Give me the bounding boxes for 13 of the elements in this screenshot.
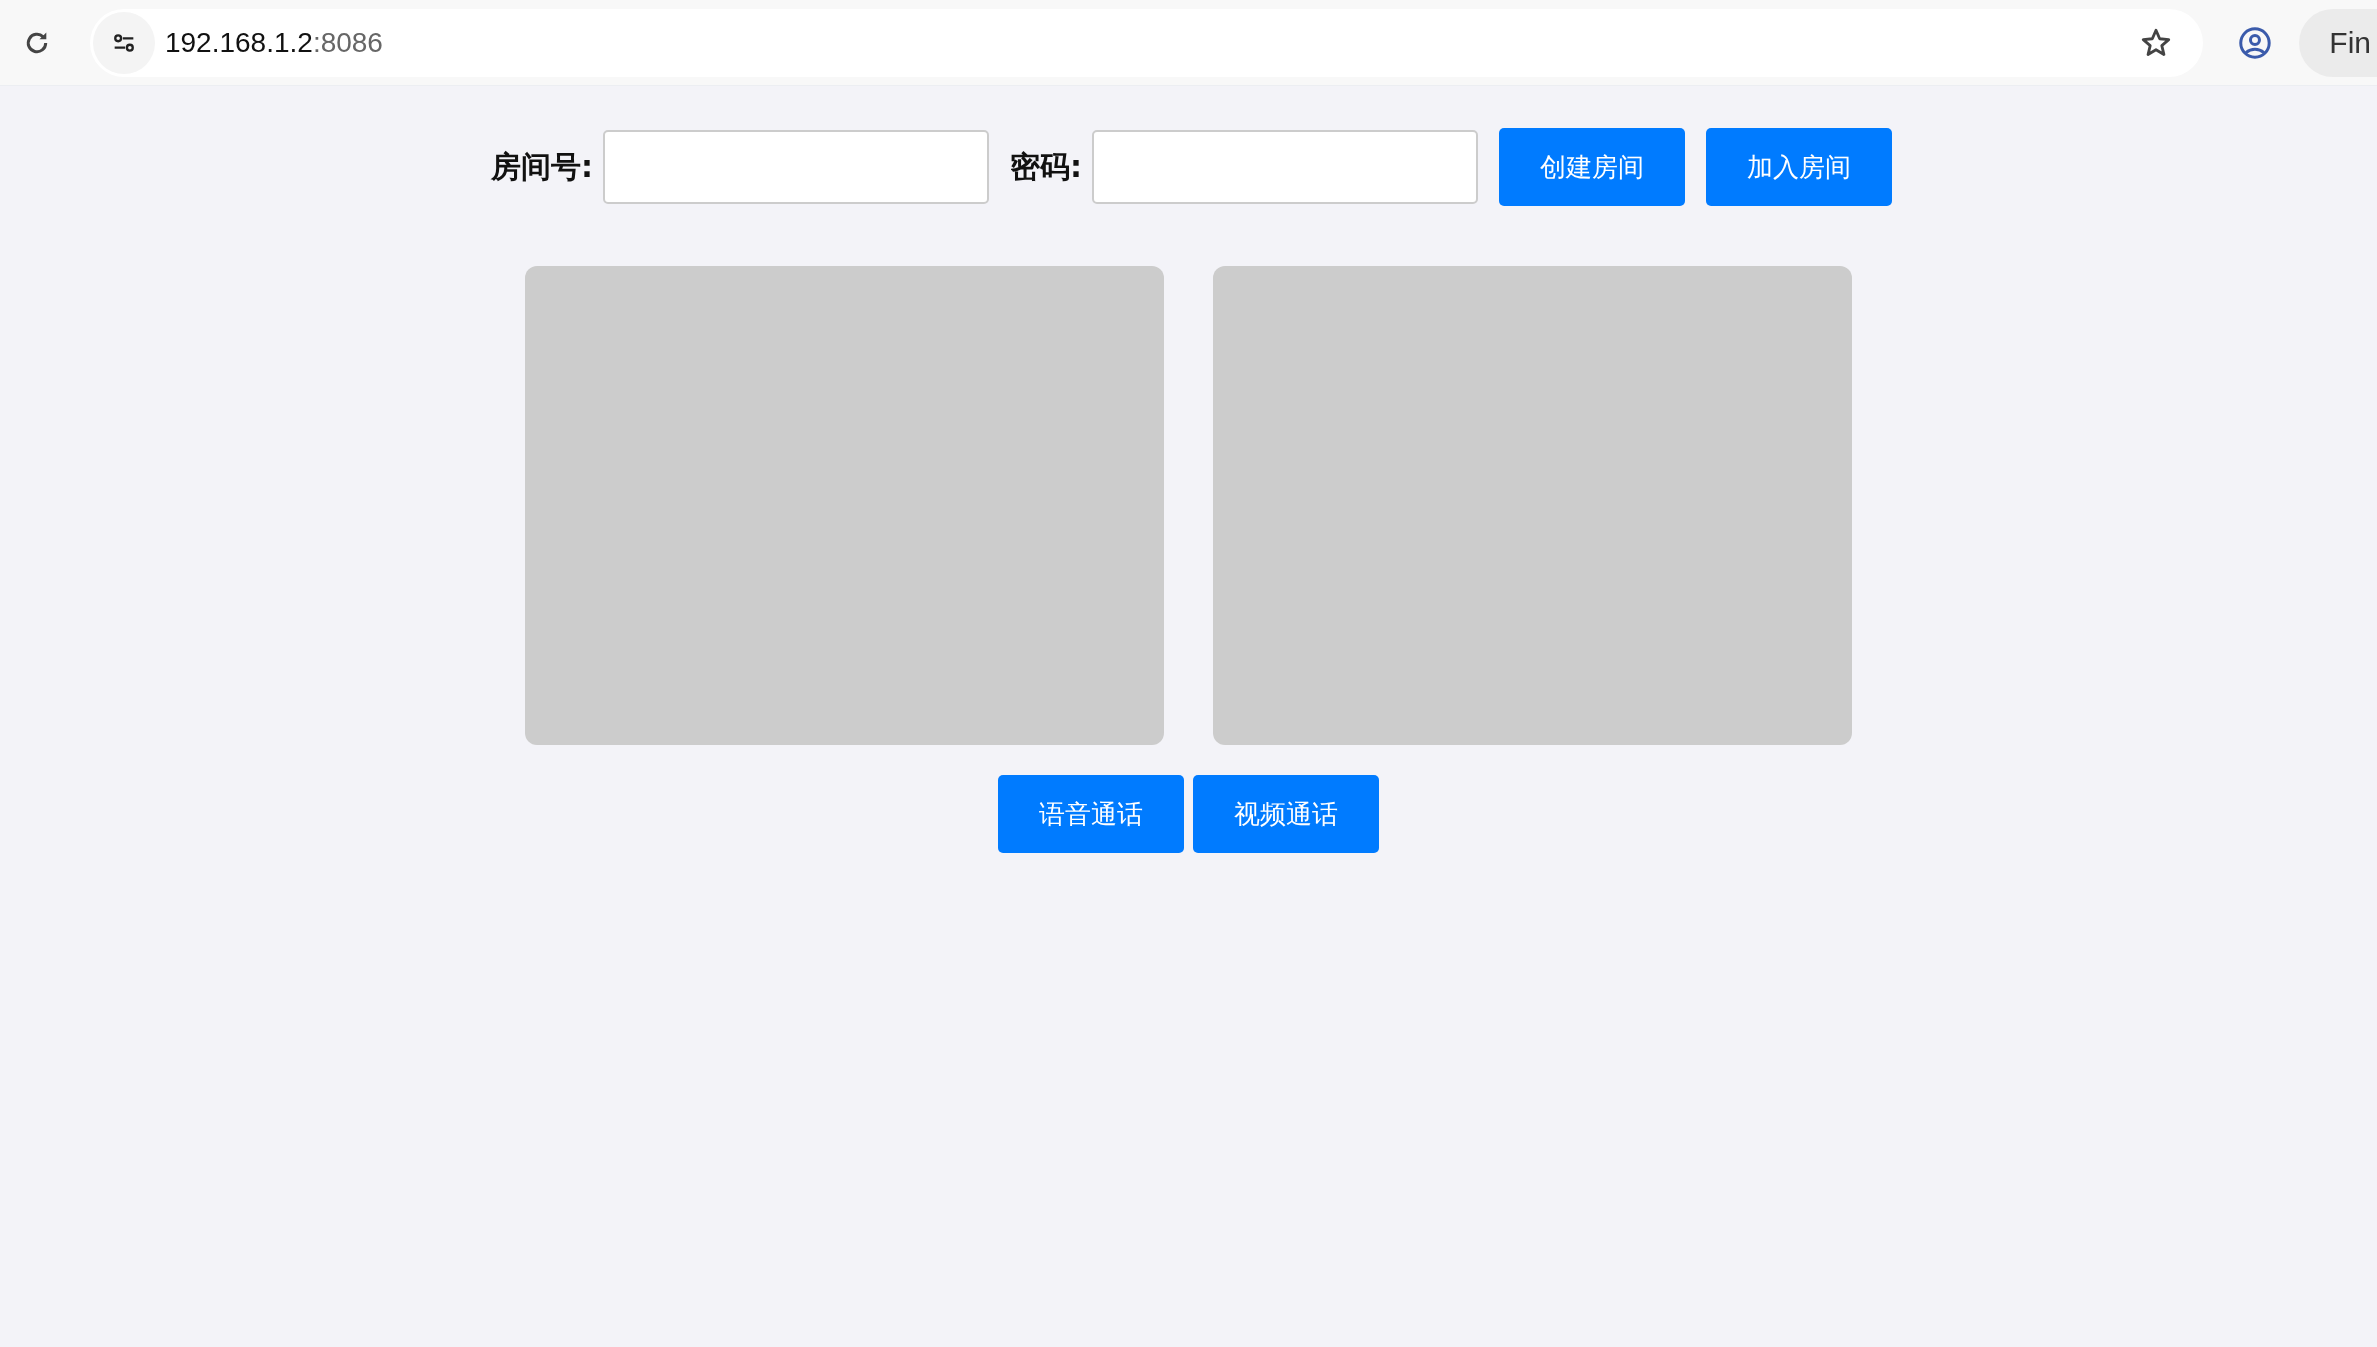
url-text: 192.168.1.2:8086 xyxy=(164,26,383,59)
voice-call-button[interactable]: 语音通话 xyxy=(998,775,1184,853)
room-number-label: 房间号: xyxy=(491,147,593,186)
password-label: 密码: xyxy=(1010,147,1082,186)
site-settings-button[interactable] xyxy=(92,11,155,74)
join-room-button[interactable]: 加入房间 xyxy=(1706,128,1892,206)
room-number-field[interactable] xyxy=(603,130,989,204)
create-room-button[interactable]: 创建房间 xyxy=(1499,128,1685,206)
profile-icon[interactable] xyxy=(2237,24,2274,61)
find-chip[interactable]: Fin xyxy=(2299,8,2377,77)
video-call-button[interactable]: 视频通话 xyxy=(1193,775,1379,853)
password-field[interactable] xyxy=(1092,130,1478,204)
address-bar[interactable]: 192.168.1.2:8086 xyxy=(89,8,2204,77)
